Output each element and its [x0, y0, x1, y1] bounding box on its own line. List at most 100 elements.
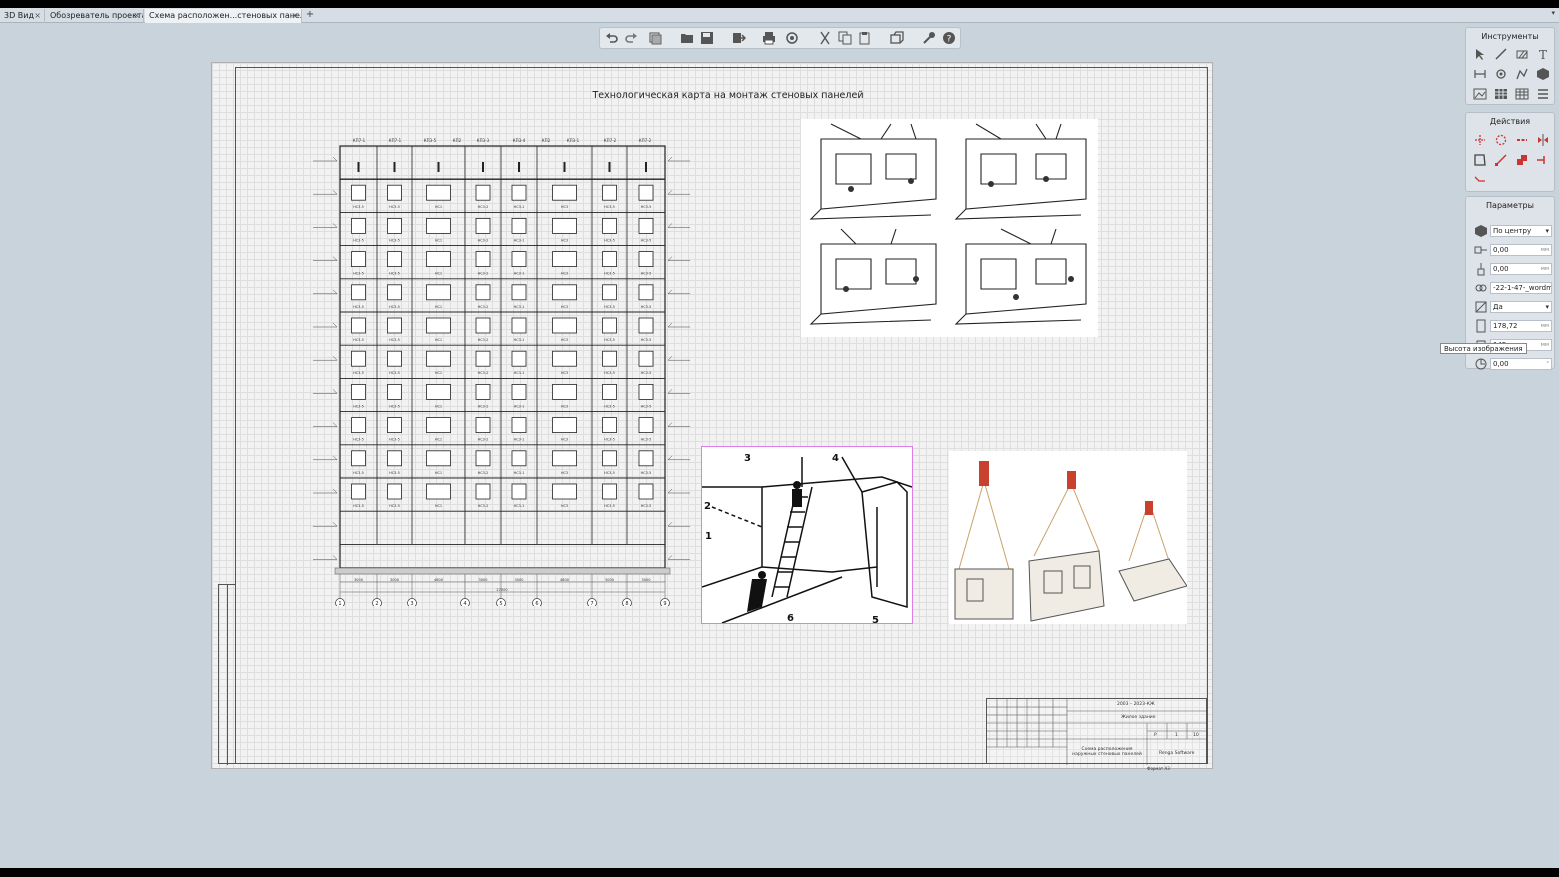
svg-text:6: 6 [787, 613, 794, 623]
installation-illustration-1[interactable] [801, 119, 1098, 337]
window-opening [351, 317, 366, 334]
open-folder-icon[interactable] [680, 31, 694, 45]
panel-code: НС3 [561, 404, 568, 408]
close-icon[interactable]: × [291, 9, 298, 22]
param-value: 0,00 [1493, 360, 1509, 368]
help-icon[interactable]: ? [942, 31, 956, 45]
mirror-icon[interactable] [1536, 133, 1550, 147]
window-opening [351, 218, 366, 234]
panel-code: НС3 [561, 205, 568, 209]
cut-icon[interactable] [818, 31, 832, 45]
window-opening [387, 483, 402, 500]
level-arrow [332, 223, 338, 228]
window-opening [511, 317, 527, 334]
cut-corner-icon[interactable] [1473, 153, 1487, 167]
param-value: 178,72 [1493, 322, 1518, 330]
panel-code: НС3-5 [641, 371, 652, 375]
tab-3d-view[interactable]: 3D Вид × [0, 9, 45, 23]
select-icon[interactable] [1473, 47, 1487, 61]
spec-table-icon[interactable] [1515, 87, 1529, 101]
panel-code: НС3-1 [514, 404, 525, 408]
window-opening [602, 184, 617, 201]
param-select[interactable]: Да ▾ [1490, 301, 1552, 313]
add-tab-button[interactable]: + [304, 9, 316, 22]
dimension-icon[interactable] [1473, 67, 1487, 81]
param-input[interactable]: 178,72 мм [1490, 320, 1552, 332]
copy-array-icon[interactable] [1515, 153, 1529, 167]
param-input[interactable]: -22-1-47-_wordm [1490, 282, 1552, 294]
lifting-slings-illustration[interactable] [949, 451, 1188, 624]
node-icon[interactable] [1494, 67, 1508, 81]
move-icon[interactable] [1473, 133, 1487, 147]
rotate-view-icon[interactable] [785, 31, 799, 45]
export-icon[interactable] [732, 31, 746, 45]
app-window: 3D Вид × Обозреватель проекта × Схема ра… [0, 8, 1559, 868]
text-icon[interactable]: T [1536, 47, 1550, 61]
dimension-value: 4800 [560, 578, 569, 582]
window-opening [602, 483, 617, 500]
scale-icon[interactable] [1494, 153, 1508, 167]
tab-project-explorer[interactable]: Обозреватель проекта × [46, 9, 144, 23]
chevron-down-icon: ▾ [1545, 303, 1549, 311]
save-icon[interactable] [700, 31, 714, 45]
panel-code: НС3-1 [514, 338, 525, 342]
view-mode-icon[interactable] [890, 31, 904, 45]
facade-elevation-drawing[interactable]: НС3-5 НС3-5 НС1 НС3-2 НС3-1 НС3 НС3-5 НС3-5 НС3-… [305, 126, 695, 606]
redo-icon[interactable] [624, 31, 638, 45]
parapet-marker [482, 162, 484, 172]
param-input[interactable]: 0,00 мм [1490, 244, 1552, 256]
image-icon[interactable] [1473, 87, 1487, 101]
close-icon[interactable]: × [34, 9, 41, 22]
polyline-icon[interactable] [1515, 67, 1529, 81]
split-icon[interactable] [1536, 153, 1550, 167]
tab-label: Схема расположен...стеновых панелей [149, 11, 302, 20]
panel-code: НС3-1 [514, 238, 525, 242]
axis-label: 1 [338, 601, 341, 606]
print-icon[interactable] [762, 31, 776, 45]
stamp-sheets: 10 [1193, 733, 1199, 738]
wrench-icon[interactable] [922, 31, 936, 45]
level-arrow [332, 256, 338, 261]
param-input[interactable]: 0,00 мм [1490, 263, 1552, 275]
tab-menu-icon[interactable]: ▾ [1551, 9, 1555, 17]
close-icon[interactable]: × [133, 9, 140, 22]
stamp-stage: Р [1154, 733, 1157, 738]
table-icon[interactable] [1494, 87, 1508, 101]
param-select[interactable]: По центру ▾ [1490, 225, 1552, 237]
link-icon [1474, 281, 1488, 295]
rotate-icon[interactable] [1494, 133, 1508, 147]
sheet-title[interactable]: Технологическая карта на монтаж стеновых… [560, 90, 896, 101]
3d-view-icon[interactable] [1536, 67, 1550, 81]
panel-code: НС3-5 [353, 404, 364, 408]
line-icon[interactable] [1494, 47, 1508, 61]
align-icon[interactable] [1515, 133, 1529, 147]
parapet-marker [437, 162, 440, 172]
dimension-value: 3000 [354, 578, 363, 582]
window-opening [475, 218, 491, 234]
panel-code: НС3-5 [604, 205, 615, 209]
installation-illustration-ladder[interactable]: 3 4 2 1 6 5 [701, 446, 913, 626]
panel-code: НС3-5 [353, 371, 364, 375]
offset-icon[interactable] [1473, 173, 1487, 187]
window-opening [351, 251, 366, 267]
stamp-stage-title: Жилое здание [1121, 715, 1156, 720]
undo-icon[interactable] [605, 31, 619, 45]
layers-icon[interactable] [648, 31, 662, 45]
title-block-stamp[interactable]: 2003 – 2023-КЖ Жилое здание Р 1 10 Схема… [986, 698, 1208, 771]
param-input[interactable]: 0,00 ° [1490, 358, 1552, 370]
paste-icon[interactable] [858, 31, 872, 45]
panel-code: НС3-5 [641, 238, 652, 242]
hatch-icon[interactable] [1515, 47, 1529, 61]
list-icon[interactable] [1536, 87, 1550, 101]
window-opening [426, 417, 451, 434]
tab-drawing-sheet[interactable]: Схема расположен...стеновых панелей × [145, 9, 302, 23]
copy-icon[interactable] [838, 31, 852, 45]
panel-code: НС3-5 [604, 338, 615, 342]
panel-code: НС3-1 [514, 471, 525, 475]
window-opening [475, 350, 491, 367]
panel-code: НС3-5 [389, 504, 400, 508]
panel-code: НС3-5 [604, 504, 615, 508]
stamp-format: Формат А3 [1147, 766, 1170, 771]
panel-code: НС3 [561, 438, 568, 442]
panel-code: НС1 [435, 371, 442, 375]
